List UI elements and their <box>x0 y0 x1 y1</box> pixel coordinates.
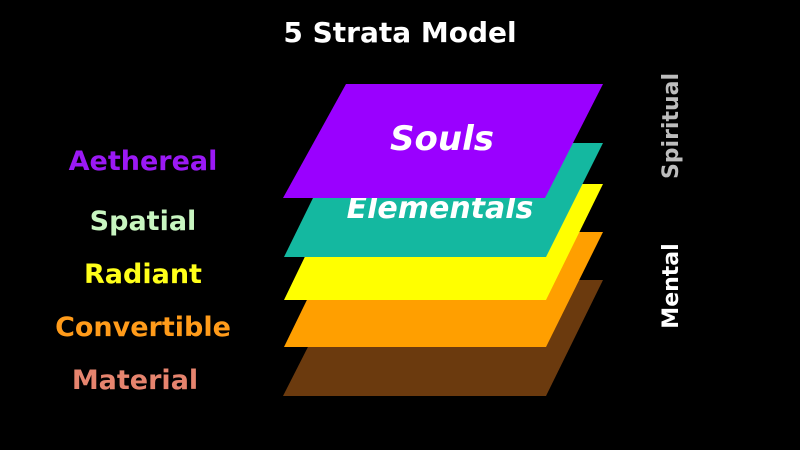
side-label-mental: Mental <box>659 243 684 328</box>
side-label-spiritual: Spiritual <box>659 73 684 179</box>
stratum-label-spatial: Spatial <box>90 206 197 237</box>
diagram-title: 5 Strata Model <box>283 16 516 49</box>
layer-souls-name: Souls <box>390 119 494 159</box>
stratum-label-radiant: Radiant <box>84 259 202 290</box>
stratum-label-aethereal: Aethereal <box>69 146 218 177</box>
layer-stack: Elementals Souls <box>283 84 603 396</box>
stratum-label-material: Material <box>72 365 198 396</box>
strata-diagram: 5 Strata Model Aethereal Spatial Radiant… <box>55 16 684 396</box>
stratum-label-convertible: Convertible <box>55 312 231 343</box>
